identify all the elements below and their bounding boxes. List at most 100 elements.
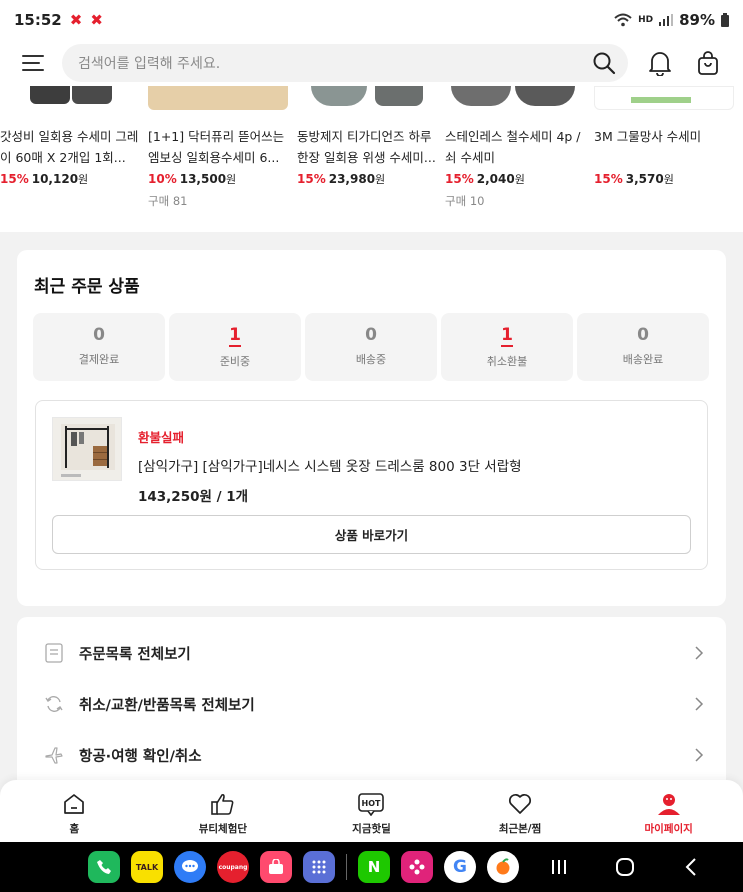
link-order-list[interactable]: 주문목록 전체보기 [17,628,726,678]
bottom-navigation: 홈 뷰티체험단 HOT 지금핫딜 최근본/찜 마이페이지 [0,780,743,842]
back-button[interactable] [676,852,706,882]
order-status-steps: 0 결제완료 1 준비중 0 배송중 1 취소환불 0 배송완료 [33,313,709,381]
nav-hot-deal[interactable]: HOT 지금핫딜 [297,780,446,842]
product-price: 15% 2,040원 [445,172,525,186]
thumbs-up-icon [209,790,237,818]
alert-mark-icon: ✖ [69,11,83,29]
nav-beauty-trial[interactable]: 뷰티체험단 [149,780,298,842]
naver-app-icon[interactable]: N [358,851,390,883]
svg-text:HOT: HOT [362,799,381,808]
status-time: 15:52 [14,11,62,29]
product-card[interactable]: 동방제지 티가디언즈 하루 한장 일회용 위생 수세미... 15% 23,980… [297,86,437,187]
go-to-product-button[interactable]: 상품 바로가기 [52,515,691,554]
order-item: 환불실패 [삼익가구] [삼익가구]네시스 시스템 옷장 드레스룸 800 3단… [35,400,708,570]
recent-apps-button[interactable] [544,852,574,882]
product-image [297,86,437,110]
step-shipping[interactable]: 0 배송중 [305,313,437,381]
nav-recent-wishlist[interactable]: 최근본/찜 [446,780,595,842]
order-product-name[interactable]: [삼익가구] [삼익가구]네시스 시스템 옷장 드레스룸 800 3단 서랍형 [138,455,522,475]
search-input[interactable]: 검색어를 입력해 주세요. [78,53,592,73]
dock-divider [346,854,347,880]
product-price: 15% 3,570원 [594,172,674,186]
list-icon [43,642,65,664]
kakaotalk-app-icon[interactable]: TALK [131,851,163,883]
step-count: 1 [229,325,241,347]
product-card[interactable]: 갓성비 일회용 수세미 그레이 60매 X 2개입 1회... 15% 10,12… [0,86,140,187]
step-cancel-refund[interactable]: 1 취소환불 [441,313,573,381]
product-price: 15% 10,120원 [0,172,89,186]
status-indicators: HD 89% [614,11,729,29]
bell-icon[interactable] [644,47,676,79]
step-delivered[interactable]: 0 배송완료 [577,313,709,381]
phone-app-icon[interactable] [88,851,120,883]
chevron-right-icon [695,697,704,711]
step-payment-complete[interactable]: 0 결제완료 [33,313,165,381]
recent-orders-title: 최근 주문 상품 [34,277,140,297]
product-image [0,86,140,110]
coupang-app-icon[interactable]: coupang [217,851,249,883]
link-label: 항공·여행 확인/취소 [79,748,202,765]
apps-grid-icon[interactable] [303,851,335,883]
chevron-right-icon [695,748,704,762]
product-name: 3M 그물망사 수세미 [594,129,702,144]
battery-percent: 89% [679,11,715,29]
home-button[interactable] [610,852,640,882]
user-icon [655,790,683,818]
product-name: [1+1] 닥터퓨리 뜯어쓰는 엠보싱 일회용수세미 6... [148,129,285,165]
product-image [445,86,585,110]
google-app-icon[interactable]: G [444,851,476,883]
link-flight-travel[interactable]: 항공·여행 확인/취소 [17,730,726,780]
cart-icon[interactable] [692,47,724,79]
product-card[interactable]: 스테인레스 철수세미 4p / 쇠 수세미 15% 2,040원 구매 10 [445,86,585,209]
wifi-icon [614,13,632,27]
product-price: 15% 23,980원 [297,172,386,186]
step-preparing[interactable]: 1 준비중 [169,313,301,381]
nav-my-page[interactable]: 마이페이지 [594,780,743,842]
hot-icon: HOT [357,790,385,818]
flower-app-icon[interactable] [401,851,433,883]
nav-home[interactable]: 홈 [0,780,149,842]
fruit-app-icon[interactable] [487,851,519,883]
app-header: 검색어를 입력해 주세요. [0,40,743,86]
link-label: 주문목록 전체보기 [79,646,191,663]
search-bar[interactable]: 검색어를 입력해 주세요. [62,44,628,82]
product-price: 10% 13,500원 [148,172,237,186]
step-label: 준비중 [219,355,251,368]
status-bar: 15:52 ✖ ✖ HD 89% [0,0,743,40]
purchase-count: 구매 10 [445,194,485,208]
nav-label: 마이페이지 [644,823,693,835]
step-count: 0 [365,325,377,345]
order-thumbnail[interactable] [52,417,122,481]
signal-icon [659,14,674,26]
menu-icon[interactable] [22,49,50,77]
product-name: 스테인레스 철수세미 4p / 쇠 수세미 [445,129,581,165]
product-image [594,86,734,110]
order-price: 143,250원 / 1개 [138,489,249,505]
link-cancel-exchange-return[interactable]: 취소/교환/반품목록 전체보기 [17,679,726,729]
purchase-count: 구매 81 [148,194,188,208]
link-label: 취소/교환/반품목록 전체보기 [79,697,255,714]
battery-icon [721,13,729,27]
product-card[interactable]: 3M 그물망사 수세미 15% 3,570원 [594,86,734,187]
recent-orders-card: 최근 주문 상품 0 결제완료 1 준비중 0 배송중 1 취소환불 0 배송완… [17,250,726,606]
product-name: 동방제지 티가디언즈 하루 한장 일회용 위생 수세미... [297,129,436,165]
search-icon[interactable] [592,51,616,75]
nav-label: 홈 [69,823,80,835]
network-label: HD [638,15,654,25]
messages-app-icon[interactable] [174,851,206,883]
refresh-icon [43,693,65,715]
step-label: 배송완료 [622,353,664,366]
product-image [148,86,288,110]
product-card[interactable]: [1+1] 닥터퓨리 뜯어쓰는 엠보싱 일회용수세미 6... 10% 13,50… [148,86,288,209]
home-icon [60,790,88,818]
nav-label: 최근본/찜 [498,823,542,835]
shopping-app-icon[interactable] [260,851,292,883]
step-label: 취소환불 [486,355,528,368]
product-name: 갓성비 일회용 수세미 그레이 60매 X 2개입 1회... [0,129,139,165]
product-strip: 갓성비 일회용 수세미 그레이 60매 X 2개입 1회... 15% 10,12… [0,86,743,232]
system-nav-bar: TALK coupang N G [0,842,743,892]
step-label: 배송중 [355,353,387,366]
alert-mark-icon: ✖ [90,11,103,29]
nav-label: 뷰티체험단 [198,823,248,835]
step-count: 1 [501,325,513,347]
